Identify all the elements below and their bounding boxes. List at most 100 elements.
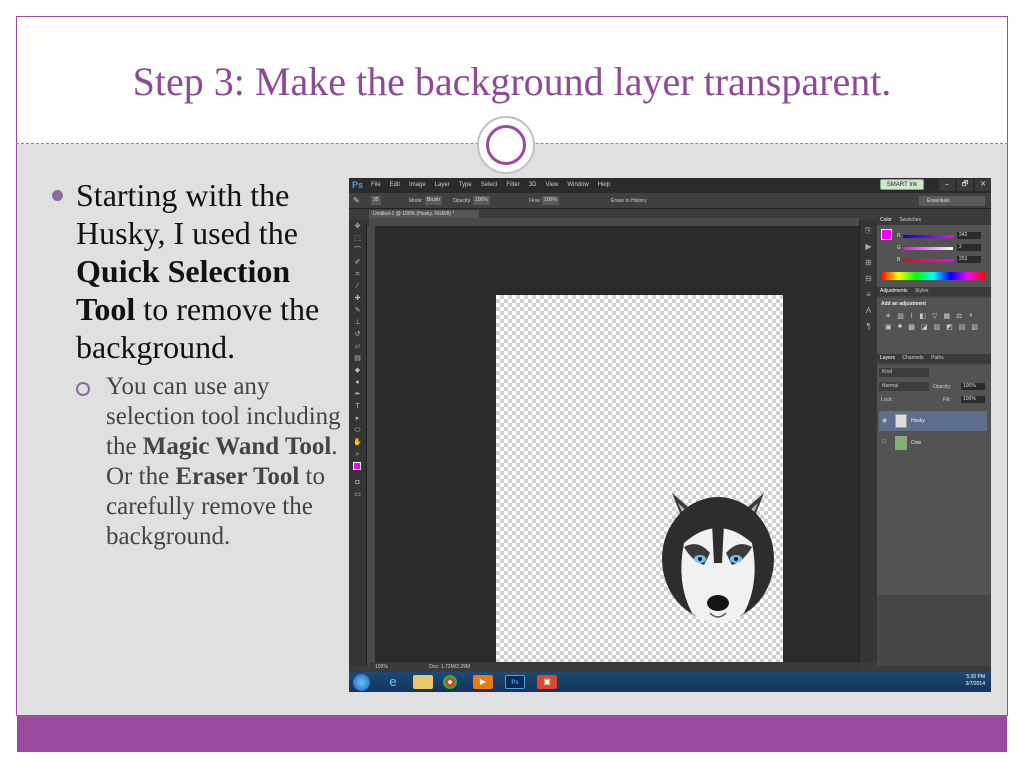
visibility-box-icon[interactable]: □ — [882, 439, 890, 447]
menu-3d[interactable]: 3D — [529, 182, 537, 188]
quick-mask-icon[interactable]: ◘ — [353, 478, 363, 488]
red-value[interactable]: 243 — [957, 232, 981, 239]
tab-channels[interactable]: Channels — [902, 355, 923, 361]
eraser-icon[interactable]: ▱ — [353, 342, 363, 352]
internet-explorer-icon[interactable]: e — [383, 675, 403, 689]
start-button-icon[interactable] — [353, 674, 370, 691]
restore-button[interactable]: 🗗 — [957, 179, 973, 191]
chrome-icon[interactable] — [443, 675, 457, 689]
blend-mode-select[interactable]: Normal — [879, 382, 929, 391]
red-slider[interactable] — [903, 235, 953, 238]
menu-type[interactable]: Type — [459, 182, 472, 188]
character-panel-icon[interactable]: A — [864, 306, 874, 316]
threshold-icon[interactable]: ◩ — [946, 323, 953, 331]
menu-filter[interactable]: Filter — [506, 182, 519, 188]
photoshop-taskbar-icon[interactable]: Ps — [505, 675, 525, 689]
document-tab[interactable]: Untitled-1 @ 100% (Husky, RGB/8) * — [369, 210, 479, 218]
layer-opacity-value[interactable]: 100% — [961, 383, 985, 390]
crop-tool-icon[interactable]: ⌗ — [353, 270, 363, 280]
selective-color-icon[interactable]: ▧ — [971, 323, 978, 331]
color-swatch-icon[interactable] — [352, 462, 365, 476]
quick-selection-tool-icon[interactable]: ✐ — [353, 258, 363, 268]
channel-mixer-icon[interactable]: ♣ — [898, 323, 903, 331]
smart-ink-badge[interactable]: SMART Ink — [880, 179, 924, 190]
opacity-field[interactable]: 100% — [473, 196, 490, 205]
paragraph-panel-icon[interactable]: ¶ — [864, 322, 874, 332]
vibrance-icon[interactable]: ▽ — [932, 312, 937, 320]
gradient-map-icon[interactable]: ▤ — [959, 323, 966, 331]
pen-tool-icon[interactable]: ✒ — [353, 390, 363, 400]
green-value[interactable]: 2 — [957, 244, 981, 251]
clone-source-icon[interactable]: ⊟ — [864, 274, 874, 284]
green-slider[interactable] — [903, 247, 953, 250]
menu-select[interactable]: Select — [481, 182, 498, 188]
brush-tool-icon[interactable]: ✎ — [353, 306, 363, 316]
file-explorer-icon[interactable] — [413, 675, 433, 689]
history-panel-icon[interactable]: ⎘ — [864, 226, 874, 236]
menu-edit[interactable]: Edit — [390, 182, 400, 188]
healing-tool-icon[interactable]: ✚ — [353, 294, 363, 304]
path-selection-icon[interactable]: ▸ — [353, 414, 363, 424]
minimize-button[interactable]: – — [939, 179, 955, 191]
tab-adjustments[interactable]: Adjustments — [880, 288, 908, 294]
brightness-icon[interactable]: ☀ — [885, 312, 891, 320]
menu-layer[interactable]: Layer — [435, 182, 450, 188]
hue-saturation-icon[interactable]: ▦ — [943, 312, 950, 320]
lasso-tool-icon[interactable]: ⌒ — [353, 246, 363, 256]
powerpoint-icon[interactable]: ▣ — [537, 675, 557, 689]
erase-history-checkbox[interactable]: Erase to History — [611, 198, 647, 204]
curves-icon[interactable]: ⌇ — [910, 312, 913, 320]
tab-color[interactable]: Color — [880, 217, 892, 223]
tab-paths[interactable]: Paths — [931, 355, 944, 361]
transparent-canvas[interactable] — [496, 295, 783, 691]
blur-tool-icon[interactable]: ◆ — [353, 366, 363, 376]
move-tool-icon[interactable]: ✥ — [353, 222, 363, 232]
dodge-tool-icon[interactable]: ● — [353, 378, 363, 388]
layer-filter-kind[interactable]: Kind — [879, 368, 929, 377]
actions-panel-icon[interactable]: ▶ — [864, 242, 874, 252]
layer-row-husky[interactable]: ◉ Husky — [879, 411, 987, 431]
brush-size-box[interactable]: 35 — [371, 196, 381, 205]
menu-help[interactable]: Help — [598, 182, 610, 188]
exposure-icon[interactable]: ◧ — [919, 312, 926, 320]
menu-view[interactable]: View — [545, 182, 558, 188]
mode-select[interactable]: Brush — [425, 196, 443, 205]
invert-icon[interactable]: ◪ — [921, 323, 928, 331]
close-button[interactable]: ✕ — [975, 179, 991, 191]
zoom-level[interactable]: 100% — [375, 664, 388, 670]
photo-filter-icon[interactable]: ▣ — [885, 323, 892, 331]
blue-value[interactable]: 253 — [957, 256, 981, 263]
foreground-color-swatch[interactable] — [881, 229, 892, 240]
eraser-tool-icon[interactable]: ✎ — [353, 196, 360, 205]
stamp-tool-icon[interactable]: ⊥ — [353, 318, 363, 328]
properties-panel-icon[interactable]: ≡ — [864, 290, 874, 300]
marquee-tool-icon[interactable]: ⬚ — [353, 234, 363, 244]
blue-slider[interactable] — [903, 259, 953, 262]
media-player-icon[interactable]: ▶ — [473, 675, 493, 689]
gradient-tool-icon[interactable]: ▤ — [353, 354, 363, 364]
color-spectrum[interactable] — [881, 272, 985, 280]
tab-swatches[interactable]: Swatches — [899, 217, 921, 223]
visibility-eye-icon[interactable]: ◉ — [882, 417, 890, 425]
brush-panel-icon[interactable]: ⊞ — [864, 258, 874, 268]
eyedropper-tool-icon[interactable]: ⁄ — [353, 282, 363, 292]
layer-row-cow[interactable]: □ Cow — [879, 433, 987, 453]
flow-field[interactable]: 100% — [542, 196, 559, 205]
levels-icon[interactable]: ▥ — [897, 312, 904, 320]
color-lookup-icon[interactable]: ▩ — [908, 323, 915, 331]
history-brush-icon[interactable]: ↺ — [353, 330, 363, 340]
menu-image[interactable]: Image — [409, 182, 426, 188]
workspace-select[interactable]: Essentials — [919, 196, 985, 206]
zoom-tool-icon[interactable]: ⌕ — [353, 450, 363, 460]
menu-file[interactable]: File — [371, 182, 381, 188]
posterize-icon[interactable]: ▨ — [933, 323, 940, 331]
system-clock[interactable]: 5:30 PM 3/7/2014 — [945, 674, 985, 688]
fill-value[interactable]: 100% — [961, 396, 985, 403]
shape-tool-icon[interactable]: ⬭ — [353, 426, 363, 436]
tab-layers[interactable]: Layers — [880, 355, 895, 361]
tab-styles[interactable]: Styles — [915, 288, 929, 294]
screen-mode-icon[interactable]: ▭ — [353, 490, 363, 500]
hand-tool-icon[interactable]: ✋ — [353, 438, 363, 448]
black-white-icon[interactable]: ◑ — [968, 312, 972, 320]
color-balance-icon[interactable]: ⚖ — [956, 312, 962, 320]
